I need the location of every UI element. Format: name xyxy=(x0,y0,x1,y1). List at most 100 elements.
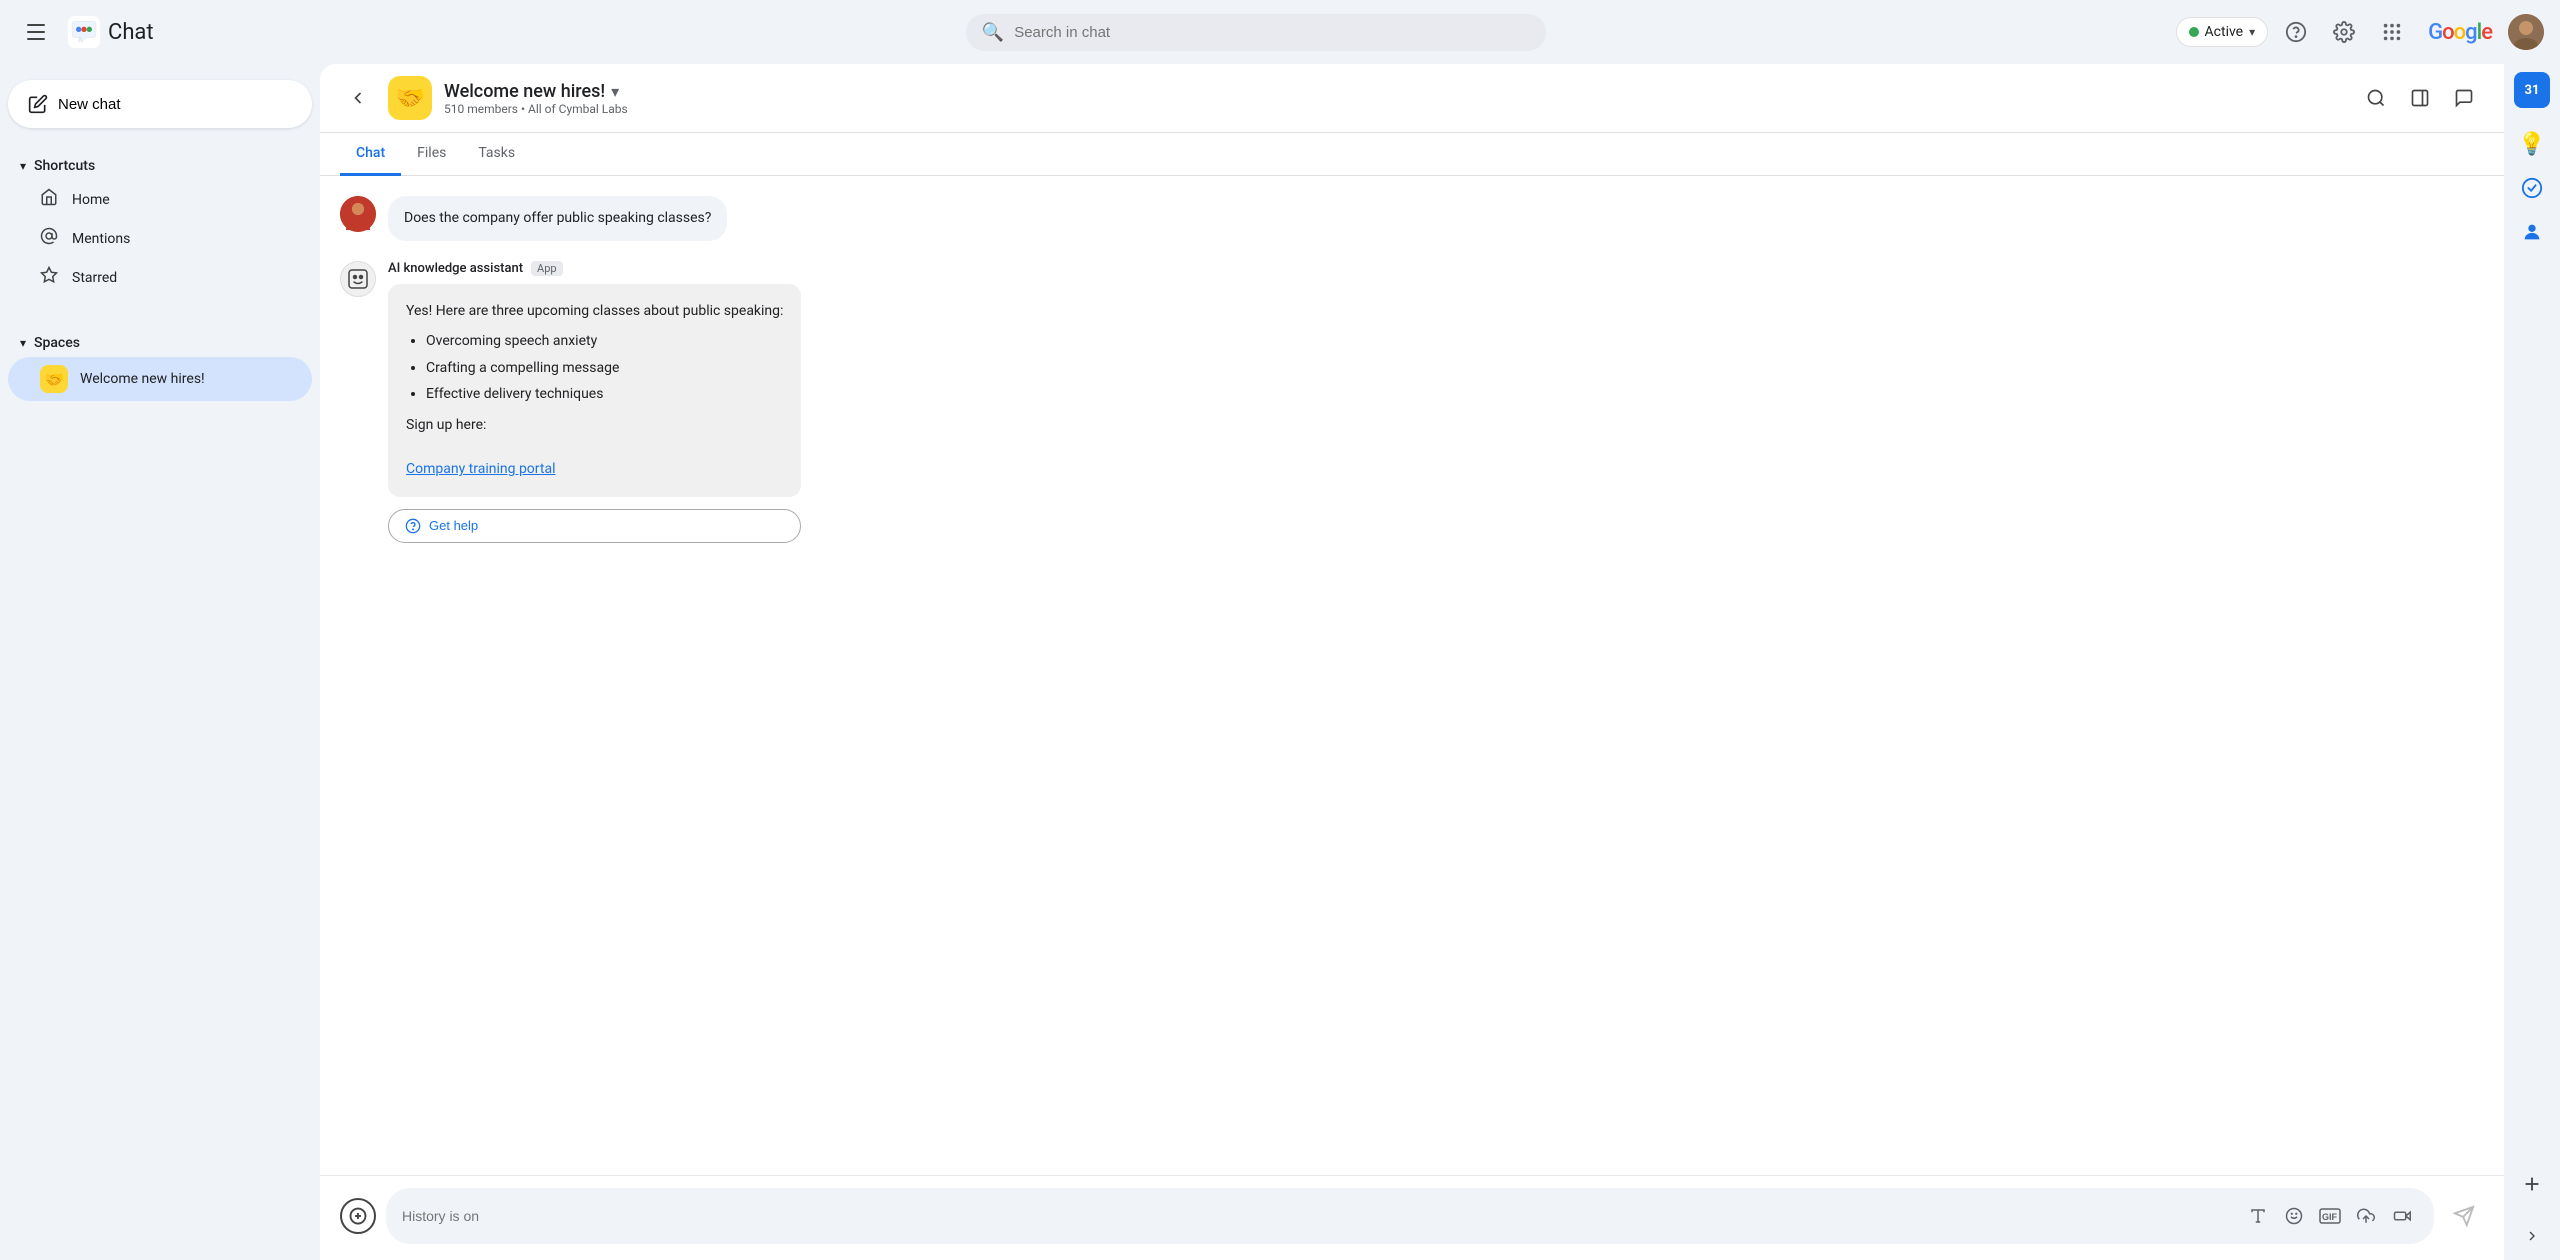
text-format-icon xyxy=(2249,1207,2267,1225)
sidebar-item-mentions[interactable]: Mentions xyxy=(8,219,312,258)
message-input-box: GIF xyxy=(386,1188,2434,1244)
back-button[interactable] xyxy=(340,80,376,116)
chat-title-button[interactable]: Welcome new hires! ▾ xyxy=(444,81,2344,102)
message-row: Does the company offer public speaking c… xyxy=(340,196,2484,241)
settings-button[interactable] xyxy=(2324,12,2364,52)
gif-button[interactable]: GIF xyxy=(2314,1200,2346,1232)
input-area: GIF xyxy=(320,1175,2504,1260)
mentions-icon xyxy=(40,227,58,250)
list-item: Crafting a compelling message xyxy=(426,357,783,379)
calendar-widget-button[interactable]: 31 xyxy=(2514,72,2550,108)
person-icon xyxy=(2521,221,2543,243)
chat-app-logo-icon xyxy=(56,16,88,48)
emoji-button[interactable] xyxy=(2278,1200,2310,1232)
keep-icon: 💡 xyxy=(2518,132,2545,157)
chevron-down-icon: ▾ xyxy=(2249,25,2255,39)
org-name: All of Cymbal Labs xyxy=(528,102,628,116)
chevron-down-icon: ▾ xyxy=(20,159,26,173)
get-help-button[interactable]: Get help xyxy=(388,509,801,543)
keep-notes-button[interactable]: 💡 xyxy=(2512,124,2552,164)
home-label: Home xyxy=(72,192,110,208)
main-content: 🤝 Welcome new hires! ▾ 510 members • All… xyxy=(320,64,2504,1260)
ai-bot-icon xyxy=(346,267,370,291)
search-button[interactable] xyxy=(2356,78,2396,118)
expand-right-panel-button[interactable] xyxy=(2512,1216,2552,1256)
send-button[interactable] xyxy=(2444,1196,2484,1236)
help-button[interactable] xyxy=(2276,12,2316,52)
tasks-icon xyxy=(2521,177,2543,199)
google-logo: Google xyxy=(2428,20,2492,45)
panel-icon xyxy=(2410,88,2430,108)
chat-tabs: Chat Files Tasks xyxy=(320,133,2504,176)
search-icon xyxy=(2366,88,2386,108)
topbar-search: 🔍 xyxy=(344,14,2168,51)
upload-button[interactable] xyxy=(2350,1200,2382,1232)
sign-up-text: Sign up here: xyxy=(406,414,783,436)
new-chat-button[interactable]: New chat xyxy=(8,80,312,128)
shortcuts-section: ▾ Shortcuts Home xyxy=(8,152,312,297)
tab-tasks[interactable]: Tasks xyxy=(462,133,531,176)
add-apps-button[interactable] xyxy=(2512,1164,2552,1204)
tab-chat[interactable]: Chat xyxy=(340,133,401,176)
company-training-portal-link[interactable]: Company training portal xyxy=(406,461,555,477)
input-actions: GIF xyxy=(2242,1200,2418,1232)
app-logo: Chat xyxy=(68,16,154,48)
starred-label: Starred xyxy=(72,270,117,286)
avatar-image xyxy=(2508,14,2544,50)
new-chat-label: New chat xyxy=(58,96,121,113)
menu-icon[interactable] xyxy=(16,12,56,52)
user-message-avatar xyxy=(340,196,376,232)
spaces-label: Spaces xyxy=(34,335,80,351)
compose-icon xyxy=(28,94,48,114)
space-emoji-icon: 🤝 xyxy=(40,365,68,393)
threads-button[interactable] xyxy=(2444,78,2484,118)
active-label: Active xyxy=(2205,24,2244,40)
user-message-text: Does the company offer public speaking c… xyxy=(404,210,711,226)
sidebar-item-welcome-new-hires[interactable]: 🤝 Welcome new hires! xyxy=(8,357,312,401)
plus-icon xyxy=(2521,1173,2543,1195)
home-icon xyxy=(40,188,58,211)
members-count: 510 members xyxy=(444,102,518,116)
video-button[interactable] xyxy=(2386,1200,2418,1232)
chat-header: 🤝 Welcome new hires! ▾ 510 members • All… xyxy=(320,64,2504,133)
sidebar-item-starred[interactable]: Starred xyxy=(8,258,312,297)
mentions-label: Mentions xyxy=(72,231,130,247)
space-avatar: 🤝 xyxy=(388,76,432,120)
plus-circle-icon xyxy=(349,1207,367,1225)
ai-message-row: AI knowledge assistant App Yes! Here are… xyxy=(340,261,2484,543)
user-avatar[interactable] xyxy=(2508,14,2544,50)
sidebar: New chat ▾ Shortcuts Home xyxy=(0,64,320,1260)
topbar-left: Chat xyxy=(16,12,336,52)
format-text-button[interactable] xyxy=(2242,1200,2274,1232)
ai-list: Overcoming speech anxiety Crafting a com… xyxy=(426,330,783,405)
chevron-down-icon: ▾ xyxy=(20,336,26,350)
user-message-bubble: Does the company offer public speaking c… xyxy=(388,196,727,241)
contacts-button[interactable] xyxy=(2512,212,2552,252)
message-input[interactable] xyxy=(402,1208,2234,1224)
list-item: Overcoming speech anxiety xyxy=(426,330,783,352)
shortcuts-header[interactable]: ▾ Shortcuts xyxy=(8,152,312,180)
spaces-header[interactable]: ▾ Spaces xyxy=(8,329,312,357)
tasks-button[interactable] xyxy=(2512,168,2552,208)
topbar-right: Active ▾ Google xyxy=(2176,12,2544,52)
tab-files[interactable]: Files xyxy=(401,133,462,176)
add-attachment-button[interactable] xyxy=(340,1198,376,1234)
search-bar[interactable]: 🔍 xyxy=(966,14,1546,51)
dot-separator: • xyxy=(521,102,528,116)
chat-title-label: Welcome new hires! xyxy=(444,81,605,102)
back-arrow-icon xyxy=(348,88,368,108)
apps-grid-button[interactable] xyxy=(2372,12,2412,52)
ai-intro-text: Yes! Here are three upcoming classes abo… xyxy=(406,300,783,322)
search-icon: 🔍 xyxy=(982,22,1004,43)
search-input[interactable] xyxy=(1014,24,1530,41)
gear-icon xyxy=(2333,21,2355,43)
messages-area: Does the company offer public speaking c… xyxy=(320,176,2504,1175)
emoji-icon xyxy=(2285,1207,2303,1225)
ai-sender-row: AI knowledge assistant App xyxy=(388,261,801,276)
sidebar-item-home[interactable]: Home xyxy=(8,180,312,219)
ai-avatar xyxy=(340,261,376,297)
active-status-button[interactable]: Active ▾ xyxy=(2176,17,2269,47)
calendar-day-label: 31 xyxy=(2525,83,2540,98)
panel-button[interactable] xyxy=(2400,78,2440,118)
active-dot-icon xyxy=(2189,27,2199,37)
